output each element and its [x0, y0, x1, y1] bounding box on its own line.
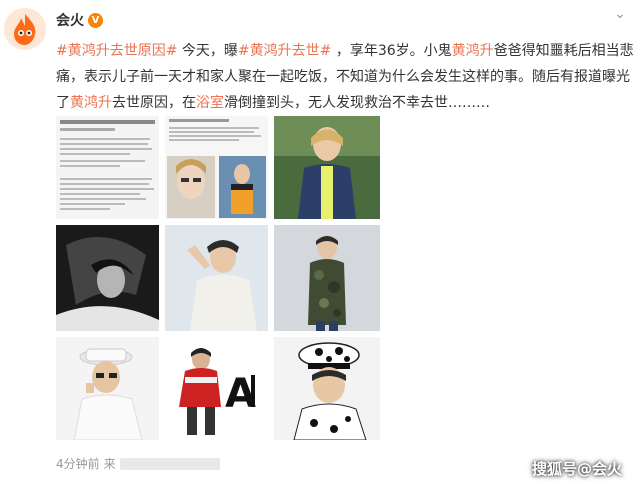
photo-thumb-5[interactable] [165, 225, 268, 331]
photo-thumb-2[interactable] [165, 116, 268, 219]
photo-thumb-1[interactable] [56, 116, 159, 219]
photo-thumb-4[interactable] [56, 225, 159, 331]
verified-badge-icon: V [88, 12, 103, 28]
hashtag-link[interactable]: #黄鸿升去世原因# [56, 43, 177, 59]
post-meta: 4分钟前 来 [56, 455, 220, 472]
chevron-down-icon[interactable]: ⌄ [614, 6, 626, 22]
post-text-segment: 今天，曝 [177, 43, 238, 59]
avatar[interactable] [4, 8, 46, 50]
photo-thumb-6[interactable] [274, 225, 380, 331]
keyword-link[interactable]: 黄鸿升 [70, 95, 112, 111]
post-text-segment: ，享年36岁。小鬼 [331, 43, 452, 59]
flame-avatar-icon [4, 8, 46, 50]
photo-thumb-3[interactable] [274, 116, 380, 219]
keyword-link[interactable]: 黄鸿升 [452, 43, 494, 59]
post-source-blurred[interactable] [119, 457, 220, 470]
hashtag-link[interactable]: #黄鸿升去世# [238, 43, 331, 59]
post-text-segment: 去世原因，在 [112, 95, 196, 111]
watermark: 搜狐号@会火 [531, 460, 622, 478]
photo-thumb-7[interactable] [56, 337, 159, 440]
photo-thumb-8[interactable]: A [165, 337, 268, 440]
post-source-prefix: 来 [103, 457, 116, 471]
post-text-segment: 滑倒撞到头，无人发现救治不幸去世……… [224, 95, 490, 111]
post-time: 4分钟前 [56, 457, 100, 471]
post-text: #黄鸿升去世原因# 今天，曝#黄鸿升去世# ，享年36岁。小鬼黄鸿升爸爸得知噩耗… [56, 38, 634, 116]
username-text[interactable]: 会火 [56, 10, 84, 30]
username[interactable]: 会火 V [56, 10, 103, 30]
keyword-link[interactable]: 浴室 [196, 95, 224, 111]
photo-thumb-9[interactable] [274, 337, 380, 440]
